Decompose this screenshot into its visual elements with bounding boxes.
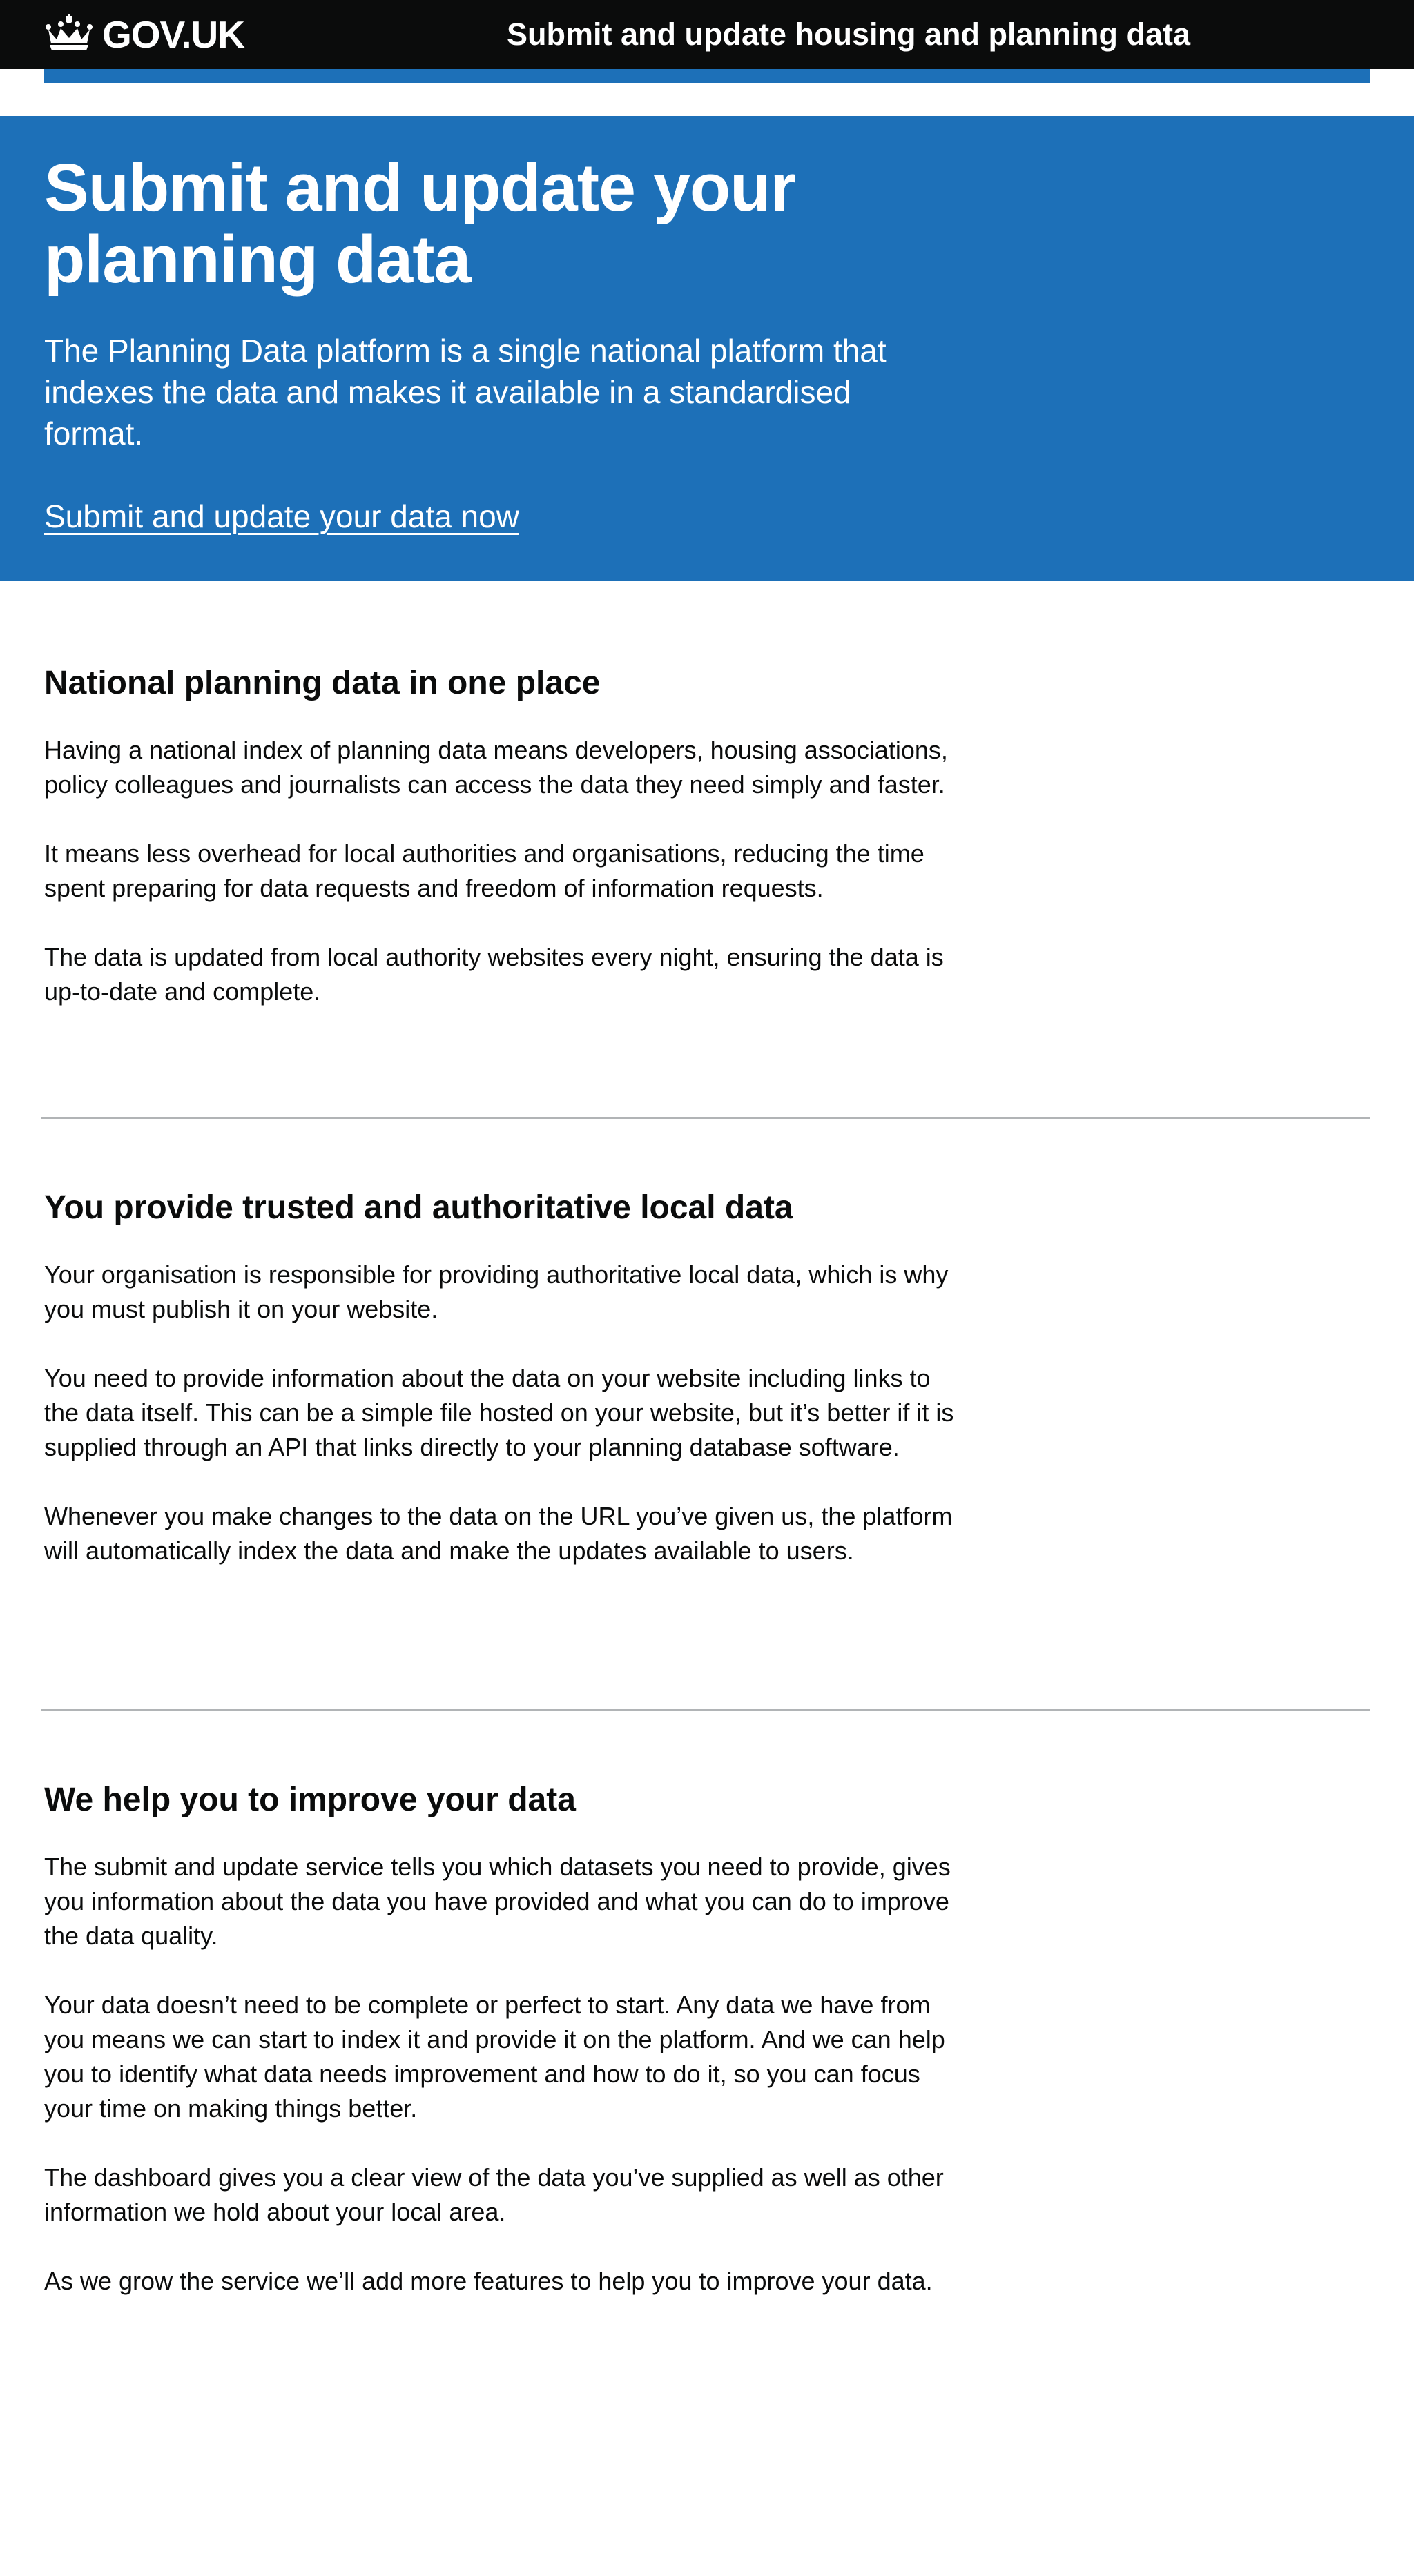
page-title: Submit and update your planning data bbox=[44, 150, 796, 297]
govuk-logo-link[interactable]: GOV.UK bbox=[44, 12, 245, 56]
section-heading: You provide trusted and authoritative lo… bbox=[44, 1189, 793, 1226]
header-blue-rule bbox=[44, 69, 1370, 83]
site-header: GOV.UK Submit and update housing and pla… bbox=[0, 0, 1414, 69]
submit-data-link[interactable]: Submit and update your data now bbox=[44, 496, 519, 537]
section-divider bbox=[41, 1709, 1370, 1711]
section-national-planning-data: National planning data in one place Havi… bbox=[44, 663, 962, 1009]
logo-text: GOV.UK bbox=[102, 12, 245, 56]
section-paragraph: Your organisation is responsible for pro… bbox=[44, 1260, 949, 1323]
section-paragraph: Having a national index of planning data… bbox=[44, 736, 948, 799]
section-paragraph: The dashboard gives you a clear view of … bbox=[44, 2163, 944, 2226]
section-heading: National planning data in one place bbox=[44, 665, 601, 701]
crown-icon bbox=[44, 14, 94, 55]
section-paragraph: It means less overhead for local authori… bbox=[44, 839, 924, 902]
section-paragraph: Your data doesn’t need to be complete or… bbox=[44, 1991, 945, 2123]
section-paragraph: As we grow the service we’ll add more fe… bbox=[44, 2267, 933, 2295]
section-heading: We help you to improve your data bbox=[44, 1782, 576, 1818]
section-improve-data: We help you to improve your data The sub… bbox=[44, 1779, 962, 2299]
section-paragraph: Whenever you make changes to the data on… bbox=[44, 1502, 953, 1565]
service-name-link[interactable]: Submit and update housing and planning d… bbox=[507, 15, 1190, 54]
section-divider bbox=[41, 1117, 1370, 1119]
section-paragraph: The data is updated from local authority… bbox=[44, 943, 944, 1006]
section-trusted-local-data: You provide trusted and authoritative lo… bbox=[44, 1187, 962, 1568]
hero-banner: Submit and update your planning data The… bbox=[0, 116, 1414, 581]
hero-lead-text: The Planning Data platform is a single n… bbox=[44, 333, 887, 451]
section-paragraph: The submit and update service tells you … bbox=[44, 1853, 951, 1950]
section-paragraph: You need to provide information about th… bbox=[44, 1364, 954, 1461]
